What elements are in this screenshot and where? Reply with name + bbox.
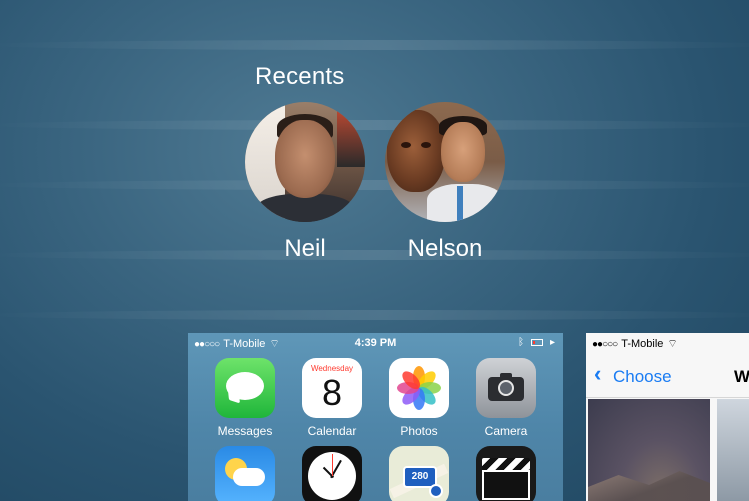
photo-thumbnail[interactable] xyxy=(588,399,710,501)
recent-contact-neil[interactable]: Neil xyxy=(245,102,365,263)
calendar-date: 8 xyxy=(321,372,343,413)
app-clock[interactable] xyxy=(302,446,362,501)
status-bar: ●●○○○ T-Mobile ⌔ xyxy=(586,333,749,353)
contact-name: Neil xyxy=(284,235,326,262)
navigation-bar: ‹ Choose W xyxy=(586,353,749,398)
videos-icon[interactable] xyxy=(476,446,536,501)
recent-contact-nelson[interactable]: Nelson xyxy=(385,102,505,263)
messages-icon[interactable] xyxy=(215,358,275,418)
app-videos[interactable] xyxy=(476,446,536,501)
app-label: Messages xyxy=(217,424,273,438)
calendar-icon[interactable]: Wednesday 8 xyxy=(302,358,362,418)
wallpaper-wave xyxy=(0,310,749,320)
battery-icon xyxy=(530,339,543,346)
app-maps[interactable]: 280 xyxy=(389,446,449,501)
app-switcher-card-photos-picker[interactable]: ●●○○○ T-Mobile ⌔ ‹ Choose W xyxy=(586,333,749,501)
app-camera[interactable]: Camera xyxy=(476,358,536,438)
bluetooth-icon: ᛒ xyxy=(517,337,524,348)
wallpaper-wave xyxy=(0,120,749,130)
status-time: 4:39 PM xyxy=(354,337,397,349)
status-bar: ●●○○○ T-Mobile ⌔ 4:39 PM ᛒ ▸ xyxy=(188,333,563,353)
camera-icon[interactable] xyxy=(476,358,536,418)
app-messages[interactable]: Messages xyxy=(215,358,275,438)
maps-icon[interactable]: 280 xyxy=(389,446,449,501)
app-photos[interactable]: Photos xyxy=(389,358,449,438)
chevron-left-icon[interactable]: ‹ xyxy=(594,363,601,385)
app-label: Calendar xyxy=(307,424,357,438)
photos-icon[interactable] xyxy=(389,358,449,418)
recents-title: Recents xyxy=(255,63,345,90)
wallpaper-wave xyxy=(0,180,749,190)
avatar[interactable] xyxy=(385,102,505,222)
back-button[interactable]: Choose xyxy=(613,367,672,387)
app-label: Photos xyxy=(400,424,438,438)
clock-icon[interactable] xyxy=(302,446,362,501)
wallpaper-wave xyxy=(0,40,749,50)
weather-icon[interactable] xyxy=(215,446,275,501)
nav-title: W xyxy=(734,367,749,386)
charging-icon: ▸ xyxy=(549,337,555,348)
wallpaper-wave xyxy=(0,250,749,260)
app-weather[interactable] xyxy=(215,446,275,501)
contact-name: Nelson xyxy=(407,235,483,262)
photo-thumbnail[interactable] xyxy=(717,399,749,501)
app-switcher-card-home-screen[interactable]: ●●○○○ T-Mobile ⌔ 4:39 PM ᛒ ▸ Messages We… xyxy=(188,333,563,501)
avatar[interactable] xyxy=(245,102,365,222)
signal-dots: ●●○○○ xyxy=(592,338,618,350)
carrier-label: T-Mobile xyxy=(621,338,664,350)
wifi-icon: ⌔ xyxy=(667,338,678,350)
app-label: Camera xyxy=(484,424,528,438)
app-calendar[interactable]: Wednesday 8 Calendar xyxy=(302,358,362,438)
